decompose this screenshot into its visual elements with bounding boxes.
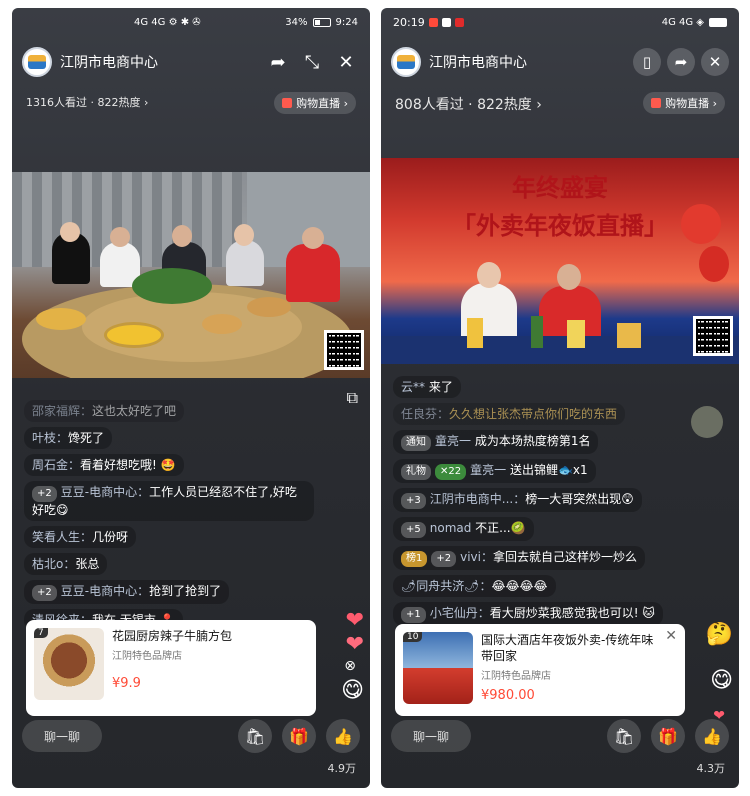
stream-header: 江阴市电商中心 ➦ ⤡ ✕ [22,44,360,80]
battery-level: 34% [285,16,308,28]
cart-icon[interactable]: 🛍 [607,719,641,753]
gift-icon[interactable]: 🎁 [282,719,316,753]
product-price: ¥980.00 [481,688,535,703]
qr-code[interactable] [324,330,364,370]
shopping-live-button[interactable]: 购物直播 › [643,92,725,114]
shop-name[interactable]: 江阴市电商中心 [60,52,258,72]
status-indicators: 4G 4G ⚙ ✱ ✇ [134,16,201,28]
product-index: 10 [403,632,423,642]
fan-badge: +3 [401,493,426,509]
product-image: 7 [34,628,104,700]
viewer-stats[interactable]: 1316人看过 · 822热度 › [26,94,148,110]
qr-code[interactable] [693,316,733,356]
notification-icon [454,17,464,27]
heart-reaction-icon-2: ❤ [345,632,364,657]
fan-badge: +5 [401,522,426,538]
comment: +3 江阴市电商中...：榜一大哥突然出现😲 [393,488,642,512]
shopping-live-button[interactable]: 购物直播 › [274,92,356,114]
share-icon[interactable]: ➦ [264,48,292,76]
comment: +5 nomad 不正...🥝 [393,517,534,541]
close-icon[interactable]: ✕ [332,48,360,76]
fan-badge: +1 [401,607,426,623]
shop-name[interactable]: 江阴市电商中心 [429,52,627,72]
banner-title: 年终盛宴 [512,173,608,202]
rotate-screen-icon[interactable]: ⧉ [347,388,358,408]
product-title: 国际大酒店年夜饭外卖-传统年味带回家 [481,633,654,663]
bottom-bar: 聊一聊 🛍 🎁 👍 [391,718,729,754]
product-index: 7 [34,628,48,638]
left-phone-screen: 4G 4G ⚙ ✱ ✇ 34% 9:24 江阴市电商中心 ➦ ⤡ ✕ 1316人… [12,8,370,788]
minimize-icon[interactable]: ⤡ [298,48,326,76]
comment: 笑看人生：几份呀 [24,526,137,548]
comment: +2 豆豆-电商中心：工作人员已经忍不住了,好吃好吃😋 [24,481,314,521]
product-title: 花园厨房辣子牛腩方包 [112,629,233,643]
notice-badge: 通知 [401,435,431,451]
heart-reaction-icon: ❤ [345,608,364,633]
battery-icon [709,17,727,27]
rank-badge: 榜1 [401,551,428,567]
comment: 周石金：看着好想吃哦! 🤩 [24,454,184,476]
product-card[interactable]: 7 花园厨房辣子牛腩方包 江阴特色品牌店 ¥9.9 [26,620,316,716]
chat-input[interactable]: 聊一聊 [391,720,471,752]
bottom-bar: 聊一聊 🛍 🎁 👍 [22,718,360,754]
emoji-reaction-icon: 😋 [710,668,733,693]
comment: 通知 童亮一 成为本场热度榜第1名 [393,430,599,454]
status-indicators: 4G 4G ◈ [661,16,704,28]
like-icon[interactable]: 👍 [695,719,729,753]
comment: 叶枝：馋死了 [24,427,113,449]
comment: 云** 来了 [393,376,461,398]
avatar [691,406,723,438]
like-count: 4.9万 [327,762,357,775]
status-bar: 20:19 4G 4G ◈ [381,8,739,36]
gift-badge: 礼物 [401,464,431,480]
battery-icon [312,17,331,27]
product-price: ¥9.9 [112,676,141,691]
comment: 礼物 ✕22 童亮一 送出锦鲤🐟x1 [393,459,596,483]
gift-icon[interactable]: 🎁 [651,719,685,753]
product-shop: 江阴特色品牌店 [112,651,182,662]
live-video[interactable] [12,172,370,378]
viewer-stats[interactable]: 808人看过 · 822热度 › [395,94,542,114]
shop-avatar[interactable] [22,47,52,77]
status-bar: 4G 4G ⚙ ✱ ✇ 34% 9:24 [12,8,370,36]
comment: 🌶同舟共济🌶：😂😂😂😂 [393,575,556,597]
comment: +2 豆豆-电商中心：抢到了抢到了 [24,580,230,604]
product-shop: 江阴特色品牌店 [481,671,551,682]
live-video[interactable]: 年终盛宴 「外卖年夜饭直播」 [381,158,739,364]
clock: 9:24 [335,16,358,28]
close-card-icon[interactable]: ⊗ [344,658,356,674]
close-card-icon[interactable]: ✕ [665,628,677,644]
shopping-bag-icon [282,98,293,108]
comment-list: 云** 来了 任良芬：久久想让张杰带点你们吃的东西 通知 童亮一 成为本场热度榜第… [393,376,699,631]
product-card[interactable]: 10 国际大酒店年夜饭外卖-传统年味带回家 江阴特色品牌店 ¥980.00 ✕ [395,624,685,716]
right-phone-screen: 20:19 4G 4G ◈ 江阴市电商中心 ▯ ➦ ✕ 808人看过 · 822… [381,8,739,788]
cart-icon[interactable]: 🛍 [238,719,272,753]
level-badge: ✕22 [435,464,467,480]
fan-badge: +2 [32,585,57,601]
product-image: 10 [403,632,473,704]
mini-window-icon[interactable]: ▯ [633,48,661,76]
share-icon[interactable]: ➦ [667,48,695,76]
chat-input[interactable]: 聊一聊 [22,720,102,752]
like-icon[interactable]: 👍 [326,719,360,753]
emoji-reaction-icon: 🤔 [705,622,733,647]
comment: 任良芬：久久想让张杰带点你们吃的东西 [393,403,626,425]
comment: +1 小宅仙丹：看大厨炒菜我感觉我也可以! 🐱 [393,602,663,626]
comment: 榜1 +2 vivi：拿回去就自己这样炒一炒么 [393,546,646,570]
fan-badge: +2 [431,551,457,567]
emoji-reaction-icon: 😋 [341,678,364,703]
stream-header: 江阴市电商中心 ▯ ➦ ✕ [391,44,729,80]
shop-avatar[interactable] [391,47,421,77]
notification-icon [428,17,438,27]
like-count: 4.3万 [696,762,726,775]
comment: 邵家福辉：这也太好吃了吧 [24,400,185,422]
close-icon[interactable]: ✕ [701,48,729,76]
shopping-bag-icon [651,98,662,108]
clock: 20:19 [393,15,425,29]
comment-list: 邵家福辉：这也太好吃了吧 叶枝：馋死了 周石金：看着好想吃哦! 🤩 +2 豆豆-电… [24,400,320,636]
comment: 枯北o：张总 [24,553,108,575]
fan-badge: +2 [32,486,57,502]
notification-icon [441,17,451,27]
